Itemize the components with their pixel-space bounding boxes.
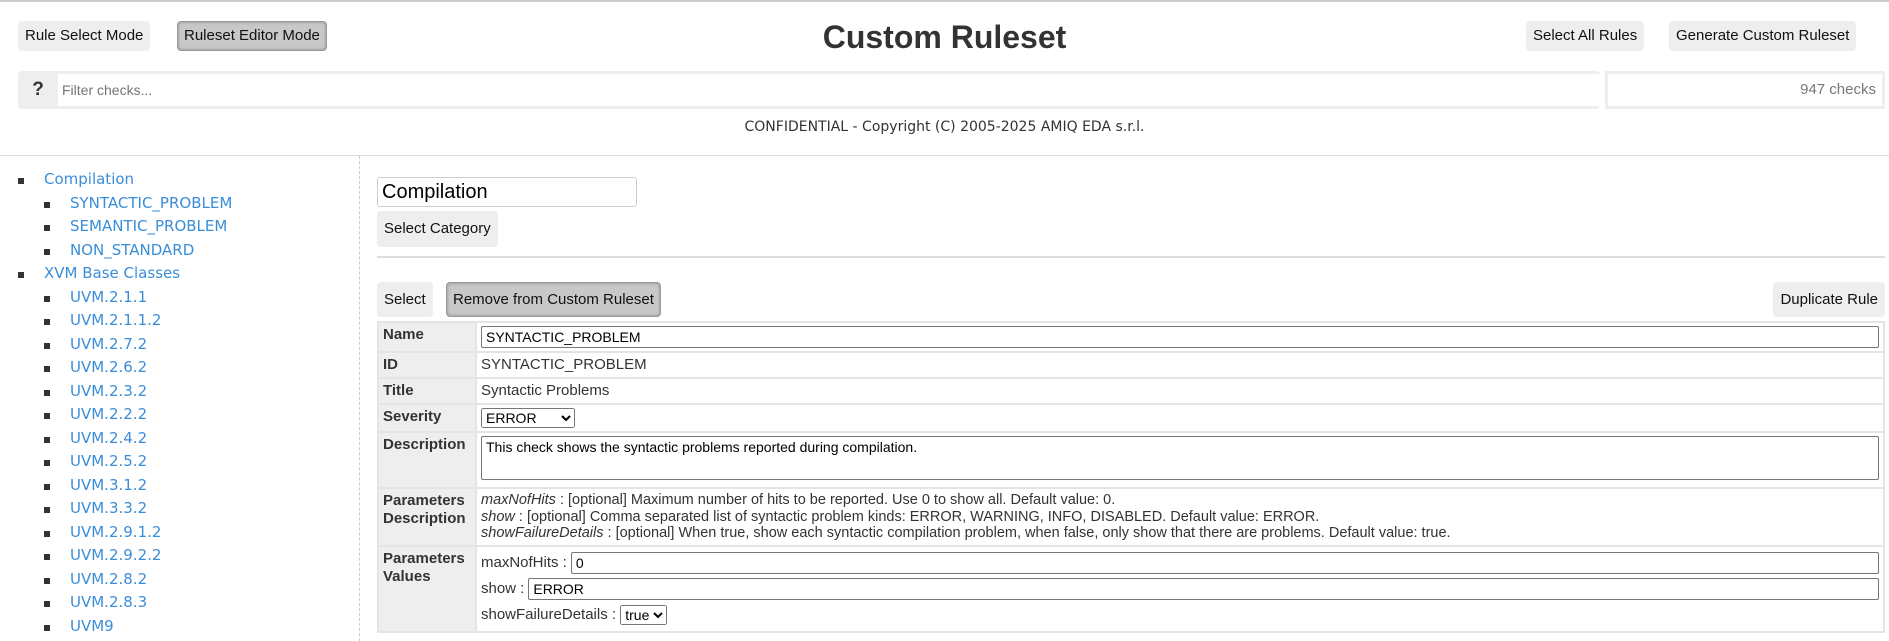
sidebar-item: UVM.2.9.2.2 [0,544,359,568]
param-label: show : [481,580,525,597]
sidebar-link[interactable]: NON_STANDARD [70,241,194,259]
sidebar-link[interactable]: UVM.3.1.2 [70,476,147,494]
sidebar-link[interactable]: SYNTACTIC_PROBLEM [70,194,232,212]
param-desc: maxNofHits : [optional] Maximum number o… [481,492,1879,509]
divider [377,256,1885,258]
category-name-input[interactable] [377,177,637,207]
max-nof-hits-input[interactable] [570,551,1879,574]
filter-input[interactable] [58,74,1615,106]
rule-details-table: Name IDSYNTACTIC_PROBLEM TitleSyntactic … [377,321,1885,633]
show-failure-details-select[interactable]: true [620,604,668,625]
params-values-row: Parameters Values maxNofHits : show : sh… [377,544,1885,633]
sidebar-link[interactable]: UVM.2.1.1.2 [70,311,161,329]
param-name: showFailureDetails [481,525,604,541]
id-label: ID [377,351,477,379]
sidebar-link[interactable]: UVM.2.1.1 [70,288,147,306]
select-rule-button[interactable]: Select [377,282,433,317]
sidebar-link[interactable]: UVM.2.9.1.2 [70,523,161,541]
sidebar-item: UVM.2.5.2 [0,450,359,474]
remove-from-ruleset-button[interactable]: Remove from Custom Ruleset [446,282,661,317]
rule-id: SYNTACTIC_PROBLEM [475,351,1885,379]
sidebar-item: UVM.2.2.2 [0,403,359,427]
sidebar-link[interactable]: UVM.2.7.2 [70,335,147,353]
sidebar-link[interactable]: UVM.3.3.2 [70,499,147,517]
description-row: Description This check shows the syntacti… [377,431,1885,489]
param-text: : [optional] Comma separated list of syn… [514,508,1320,525]
severity-select[interactable]: ERROR [481,408,575,428]
generate-custom-ruleset-button[interactable]: Generate Custom Ruleset [1669,21,1857,51]
param-text: : [optional] Maximum number of hits to b… [555,492,1116,508]
sidebar-item: UVM.2.4.2 [0,427,359,451]
select-category-button[interactable]: Select Category [377,211,498,247]
sidebar-link[interactable]: SEMANTIC_PROBLEM [70,217,227,235]
sidebar-item: UVM.3.1.2 [0,474,359,498]
sidebar-link[interactable]: Compilation [44,170,134,188]
description-label: Description [377,431,477,489]
select-all-rules-button[interactable]: Select All Rules [1526,21,1645,51]
rule-tree-sidebar[interactable]: Compilation SYNTACTIC_PROBLEM SEMANTIC_PRO… [0,156,360,641]
sidebar-item: UVM.3.3.2 [0,497,359,521]
name-row: Name [377,321,1885,353]
sidebar-item: UVM.2.3.2 [0,380,359,404]
ruleset-editor-mode-button[interactable]: Ruleset Editor Mode [177,21,327,51]
sidebar-link[interactable]: UVM.2.8.2 [70,570,147,588]
param-label: maxNofHits : [481,554,567,571]
sidebar-link[interactable]: UVM.2.2.2 [70,405,147,423]
params-desc-row: Parameters Description maxNofHits : [opt… [377,487,1885,547]
sidebar-item: SYNTACTIC_PROBLEM [0,192,359,216]
filter-bar: ? [18,71,1615,109]
copyright-notice: CONFIDENTIAL - Copyright (C) 2005-2025 A… [744,119,1145,135]
sidebar-link[interactable]: UVM.2.5.2 [70,452,147,470]
title-label: Title [377,377,477,405]
description-textarea[interactable]: This check shows the syntactic problems … [481,436,1879,480]
sidebar-link[interactable]: UVM.2.6.2 [70,358,147,376]
param-text: : [optional] When true, show each syntac… [603,525,1451,541]
name-label: Name [377,321,477,353]
sidebar-item: UVM.2.8.2 [0,568,359,592]
severity-row: Severity ERROR [377,403,1885,433]
title-row: Title Syntactic Problems [377,377,1885,405]
sidebar-item: Compilation [0,168,359,192]
param-name: maxNofHits [481,492,556,508]
duplicate-rule-button[interactable]: Duplicate Rule [1773,282,1885,317]
param-desc: show : [optional] Comma separated list o… [481,509,1879,526]
rule-title: Syntactic Problems [475,377,1885,405]
id-row: ID SYNTACTIC_PROBLEM [377,351,1885,379]
sidebar-item: XVM Base Classes [0,262,359,286]
sidebar-item: UVM9 [0,615,359,639]
sidebar-item: UVM.2.6.2 [0,356,359,380]
params-desc-label: Parameters Description [377,487,477,547]
param-name: show [481,508,515,525]
sidebar-item: UVM.2.1.1 [0,286,359,310]
sidebar-item: UVM.2.1.1.2 [0,309,359,333]
params-values-label: Parameters Values [377,544,477,633]
severity-label: Severity [377,403,477,433]
sidebar-item: UVM.2.8.3 [0,591,359,615]
sidebar-item: SEMANTIC_PROBLEM [0,215,359,239]
sidebar-link[interactable]: UVM.2.4.2 [70,429,147,447]
sidebar-item: NON_STANDARD [0,239,359,263]
sidebar-link[interactable]: UVM9 [70,617,114,635]
param-desc: showFailureDetails : [optional] When tru… [481,525,1879,542]
sidebar-item: UVM.2.9.1.2 [0,521,359,545]
param-label: showFailureDetails : [481,606,617,623]
check-count: 947 checks [1605,71,1885,109]
rule-select-mode-button[interactable]: Rule Select Mode [18,21,151,51]
sidebar-link[interactable]: UVM.2.9.2.2 [70,546,161,564]
sidebar-link[interactable]: UVM.2.8.3 [70,593,147,611]
sidebar-item: UVM.2.7.2 [0,333,359,357]
show-input[interactable] [528,577,1879,600]
sidebar-link[interactable]: UVM.2.3.2 [70,382,147,400]
rule-name-input[interactable] [481,326,1879,348]
sidebar-link[interactable]: XVM Base Classes [44,264,180,282]
help-icon[interactable]: ? [18,71,58,109]
